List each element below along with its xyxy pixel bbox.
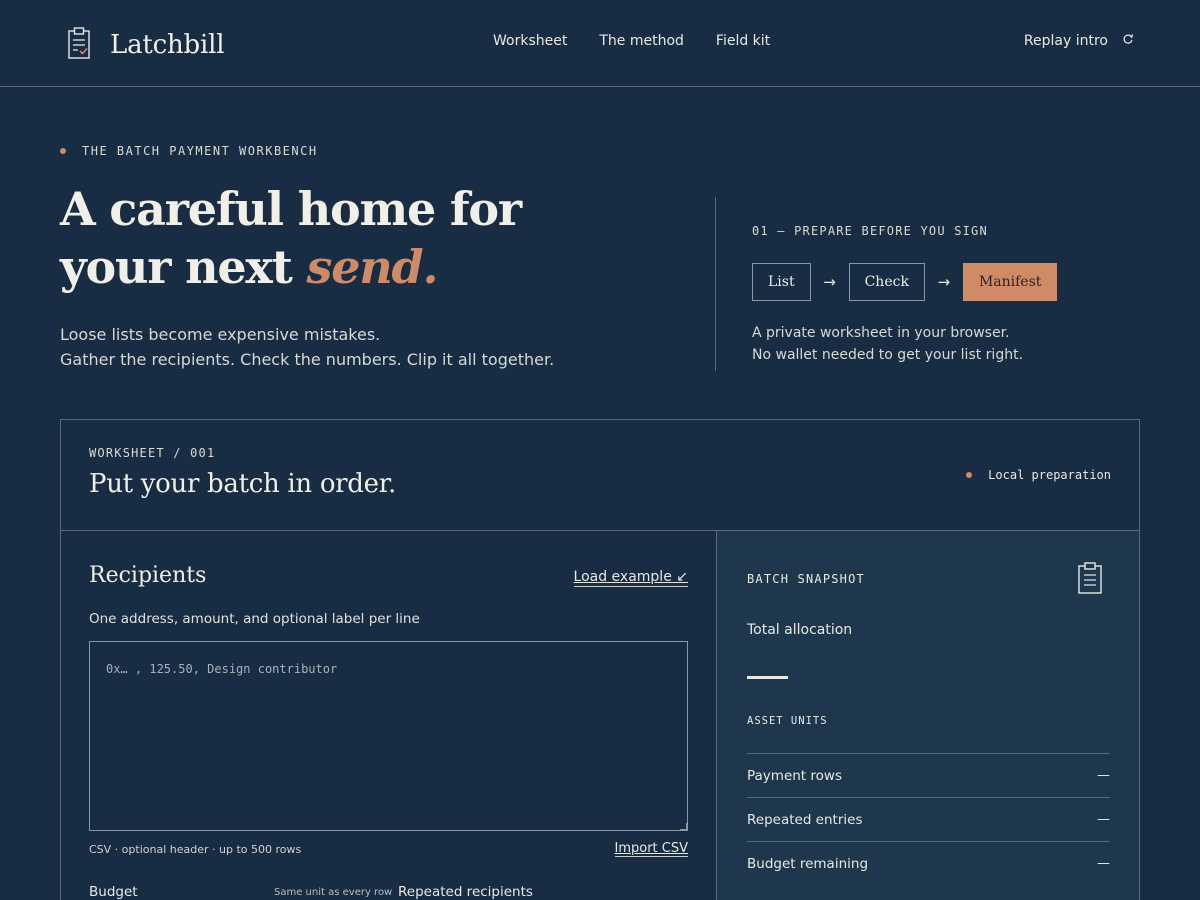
nav-field-kit[interactable]: Field kit	[716, 33, 770, 49]
steps-note-line2: No wallet needed to get your list right.	[752, 347, 1024, 363]
brand-name: Latchbill	[110, 30, 225, 60]
csv-note: CSV · optional header · up to 500 rows	[89, 843, 302, 856]
recipients-help: One address, amount, and optional label …	[89, 611, 420, 627]
step-flow: List → Check → Manifest	[752, 263, 1058, 301]
hero-subtitle-line1: Loose lists become expensive mistakes.	[60, 325, 381, 344]
local-preparation-badge: Local preparation	[966, 468, 1111, 482]
replay-intro-button[interactable]: Replay intro	[1024, 33, 1134, 49]
accent-dot-icon	[60, 148, 66, 154]
metric-value: —	[1097, 768, 1110, 783]
recipients-input[interactable]	[89, 641, 688, 831]
same-unit-note: Same unit as every row	[274, 887, 393, 898]
hero-subtitle-line2: Gather the recipients. Check the numbers…	[60, 350, 555, 369]
hero-title-accent: send.	[306, 240, 439, 294]
hero-eyebrow: THE BATCH PAYMENT WORKBENCH	[60, 144, 318, 158]
steps-label: 01 — PREPARE BEFORE YOU SIGN	[752, 224, 988, 238]
clipboard-list-icon	[1077, 561, 1103, 599]
metric-row: Budget remaining —	[747, 841, 1110, 885]
recipients-section: Recipients Load example ↙ One address, a…	[61, 531, 716, 900]
clipboard-check-icon	[66, 26, 92, 64]
metric-label: Budget remaining	[747, 855, 869, 872]
hero-title-line1: A careful home for	[60, 182, 522, 236]
metric-value: —	[1097, 856, 1110, 871]
repeated-recipients-label: Repeated recipients	[398, 884, 533, 900]
snapshot-metrics: Payment rows — Repeated entries — Budget…	[747, 753, 1110, 885]
refresh-icon	[1122, 33, 1134, 49]
step-check[interactable]: Check	[848, 263, 925, 301]
worksheet-header: WORKSHEET / 001 Put your batch in order.…	[61, 420, 1139, 531]
total-allocation-placeholder	[747, 676, 788, 679]
recipients-title: Recipients	[89, 563, 207, 588]
metric-value: —	[1097, 812, 1110, 827]
hero-title: A careful home for your next send.	[60, 180, 700, 296]
hero-eyebrow-text: THE BATCH PAYMENT WORKBENCH	[82, 144, 318, 158]
status-dot-icon	[966, 472, 973, 478]
top-bar: Latchbill Worksheet The method Field kit…	[0, 0, 1200, 87]
worksheet-title: Put your batch in order.	[89, 469, 396, 499]
hero-title-line2: your next	[60, 240, 293, 294]
replay-intro-label: Replay intro	[1023, 33, 1108, 49]
main-nav: Worksheet The method Field kit	[493, 33, 770, 49]
metric-label: Repeated entries	[747, 811, 863, 828]
steps-note-line1: A private worksheet in your browser.	[752, 325, 1010, 341]
local-preparation-text: Local preparation	[988, 468, 1111, 482]
nav-the-method[interactable]: The method	[599, 33, 684, 49]
hero-divider	[715, 197, 716, 371]
step-manifest[interactable]: Manifest	[962, 263, 1058, 301]
hero-subtitle: Loose lists become expensive mistakes. G…	[60, 322, 554, 372]
arrow-right-icon: →	[823, 273, 836, 291]
metric-label: Payment rows	[747, 767, 842, 784]
resize-handle-icon[interactable]	[680, 823, 687, 830]
budget-label: Budget	[89, 884, 138, 900]
steps-note: A private worksheet in your browser. No …	[752, 322, 1023, 366]
metric-row: Payment rows —	[747, 753, 1110, 797]
metric-row: Repeated entries —	[747, 797, 1110, 841]
load-example-link[interactable]: Load example ↙	[573, 569, 688, 587]
total-allocation-label: Total allocation	[747, 622, 853, 638]
snapshot-label: BATCH SNAPSHOT	[747, 572, 865, 586]
step-list[interactable]: List	[752, 263, 811, 301]
import-csv-link[interactable]: Import CSV	[614, 841, 688, 857]
worksheet-label: WORKSHEET / 001	[89, 446, 216, 460]
brand[interactable]: Latchbill	[66, 26, 225, 64]
arrow-right-icon: →	[937, 273, 951, 291]
worksheet-panel: WORKSHEET / 001 Put your batch in order.…	[60, 419, 1140, 900]
nav-worksheet[interactable]: Worksheet	[493, 33, 567, 49]
asset-units-label: ASSET UNITS	[747, 715, 828, 727]
batch-snapshot: BATCH SNAPSHOT Total allocation ASSET UN…	[716, 531, 1139, 900]
